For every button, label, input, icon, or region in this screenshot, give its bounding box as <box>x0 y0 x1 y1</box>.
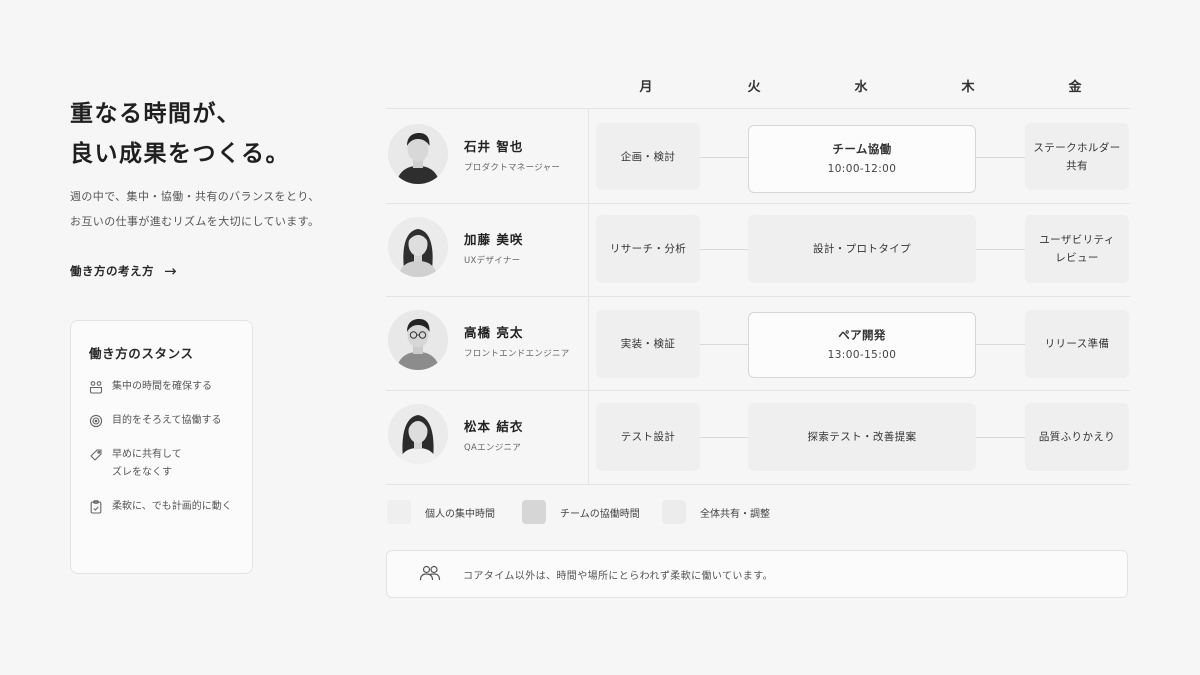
intro-line-2: お互いの仕事が進むリズムを大切にしています。 <box>70 215 320 228</box>
work-philosophy-link[interactable]: 働き方の考え方 → <box>70 262 177 280</box>
schedule-block-mon[interactable]: テスト設計 <box>596 403 700 471</box>
clipboard-icon <box>89 499 103 515</box>
schedule-connector <box>976 437 1025 438</box>
schedule-block-fri[interactable]: リリース準備 <box>1025 310 1129 378</box>
schedule-block-mon[interactable]: リサーチ・分析 <box>596 215 700 283</box>
day-header-thu: 木 <box>961 80 975 95</box>
stance-item-align: 目的をそろえて協働する <box>89 412 234 430</box>
legend-swatch <box>522 500 546 524</box>
legend-collab: チームの協働時間 <box>522 500 640 524</box>
schedule-block-mon[interactable]: 企画・検討 <box>596 123 700 190</box>
work-philosophy-link-label: 働き方の考え方 <box>70 264 154 278</box>
stance-item-label: 柔軟に、でも計画的に動く <box>112 501 232 512</box>
row-divider <box>386 390 1130 391</box>
legend-label: チームの協働時間 <box>560 508 640 520</box>
row-divider <box>386 108 1130 109</box>
legend-label: 個人の集中時間 <box>425 508 495 520</box>
day-header-wed: 水 <box>854 80 868 95</box>
row-divider <box>386 484 1130 485</box>
core-time-note: コアタイム以外は、時間や場所にとらわれず柔軟に働いています。 <box>386 550 1128 598</box>
stance-item-focus: 集中の時間を確保する <box>89 378 234 396</box>
intro-line-1: 週の中で、集中・協働・共有のバランスをとり、 <box>70 190 320 203</box>
schedule-block-mid[interactable]: 探索テスト・改善提案 <box>748 403 976 471</box>
avatar <box>388 404 448 464</box>
people-icon <box>419 565 441 584</box>
schedule-connector <box>976 249 1025 250</box>
column-divider <box>588 108 589 484</box>
row-divider <box>386 203 1130 204</box>
avatar <box>388 124 448 184</box>
work-stance-card: 働き方のスタンス 集中の時間を確保する 目的をそろえて協働する 早めに共有して … <box>70 320 253 574</box>
page-headline: 重なる時間が、 良い成果をつくる。 <box>70 94 290 174</box>
member-row-takahashi: 高橋 亮太 フロントエンドエンジニア <box>388 310 588 370</box>
member-row-kato: 加藤 美咲 UXデザイナー <box>388 217 588 277</box>
day-header-tue: 火 <box>747 80 761 95</box>
avatar <box>388 310 448 370</box>
arrow-right-icon: → <box>164 262 178 280</box>
member-name: 加藤 美咲 <box>464 231 524 247</box>
schedule-connector <box>700 249 748 250</box>
tag-icon <box>89 447 103 463</box>
member-role: QAエンジニア <box>464 442 522 453</box>
member-role: プロダクトマネージャー <box>464 162 561 173</box>
member-name: 高橋 亮太 <box>464 324 524 340</box>
schedule-connector <box>700 437 748 438</box>
schedule-connector <box>976 344 1025 345</box>
member-row-matsumoto: 松本 結衣 QAエンジニア <box>388 404 588 464</box>
stance-item-label: 目的をそろえて協働する <box>112 415 222 426</box>
legend-share: 全体共有・調整 <box>662 500 770 524</box>
schedule-block-collab[interactable]: ペア開発 13:00-15:00 <box>748 312 976 378</box>
row-divider <box>386 296 1130 297</box>
work-stance-title: 働き方のスタンス <box>89 346 194 361</box>
stance-item-share: 早めに共有して ズレをなくす <box>89 446 234 482</box>
schedule-block-fri[interactable]: ステークホルダー 共有 <box>1025 123 1129 190</box>
intro-text: 週の中で、集中・協働・共有のバランスをとり、 お互いの仕事が進むリズムを大切にし… <box>70 184 320 234</box>
avatar <box>388 217 448 277</box>
focus-icon <box>89 379 103 395</box>
member-name: 松本 結衣 <box>464 418 524 434</box>
headline-line-1: 重なる時間が、 <box>70 101 242 127</box>
target-icon <box>89 413 103 429</box>
schedule-block-fri[interactable]: 品質ふりかえり <box>1025 403 1129 471</box>
stance-item-flexible: 柔軟に、でも計画的に動く <box>89 498 234 516</box>
day-header-fri: 金 <box>1068 80 1082 95</box>
schedule-block-fri[interactable]: ユーザビリティ レビュー <box>1025 215 1129 283</box>
member-role: フロントエンドエンジニア <box>464 348 570 359</box>
legend-focus: 個人の集中時間 <box>387 500 495 524</box>
schedule-block-mon[interactable]: 実装・検証 <box>596 310 700 378</box>
schedule-connector <box>976 157 1025 158</box>
stance-item-label: 集中の時間を確保する <box>112 381 212 392</box>
legend-label: 全体共有・調整 <box>700 508 770 520</box>
schedule-block-collab[interactable]: チーム協働 10:00-12:00 <box>748 125 976 193</box>
schedule-connector <box>700 344 748 345</box>
legend-swatch <box>662 500 686 524</box>
schedule-block-mid[interactable]: 設計・プロトタイプ <box>748 215 976 283</box>
member-role: UXデザイナー <box>464 255 521 266</box>
core-time-note-text: コアタイム以外は、時間や場所にとらわれず柔軟に働いています。 <box>463 570 773 582</box>
stance-item-label: 早めに共有して ズレをなくす <box>112 449 182 478</box>
member-row-ishii: 石井 智也 プロダクトマネージャー <box>388 124 588 184</box>
schedule-connector <box>700 157 748 158</box>
legend-swatch <box>387 500 411 524</box>
member-name: 石井 智也 <box>464 138 524 154</box>
day-header-mon: 月 <box>639 80 653 95</box>
headline-line-2: 良い成果をつくる。 <box>70 141 291 167</box>
